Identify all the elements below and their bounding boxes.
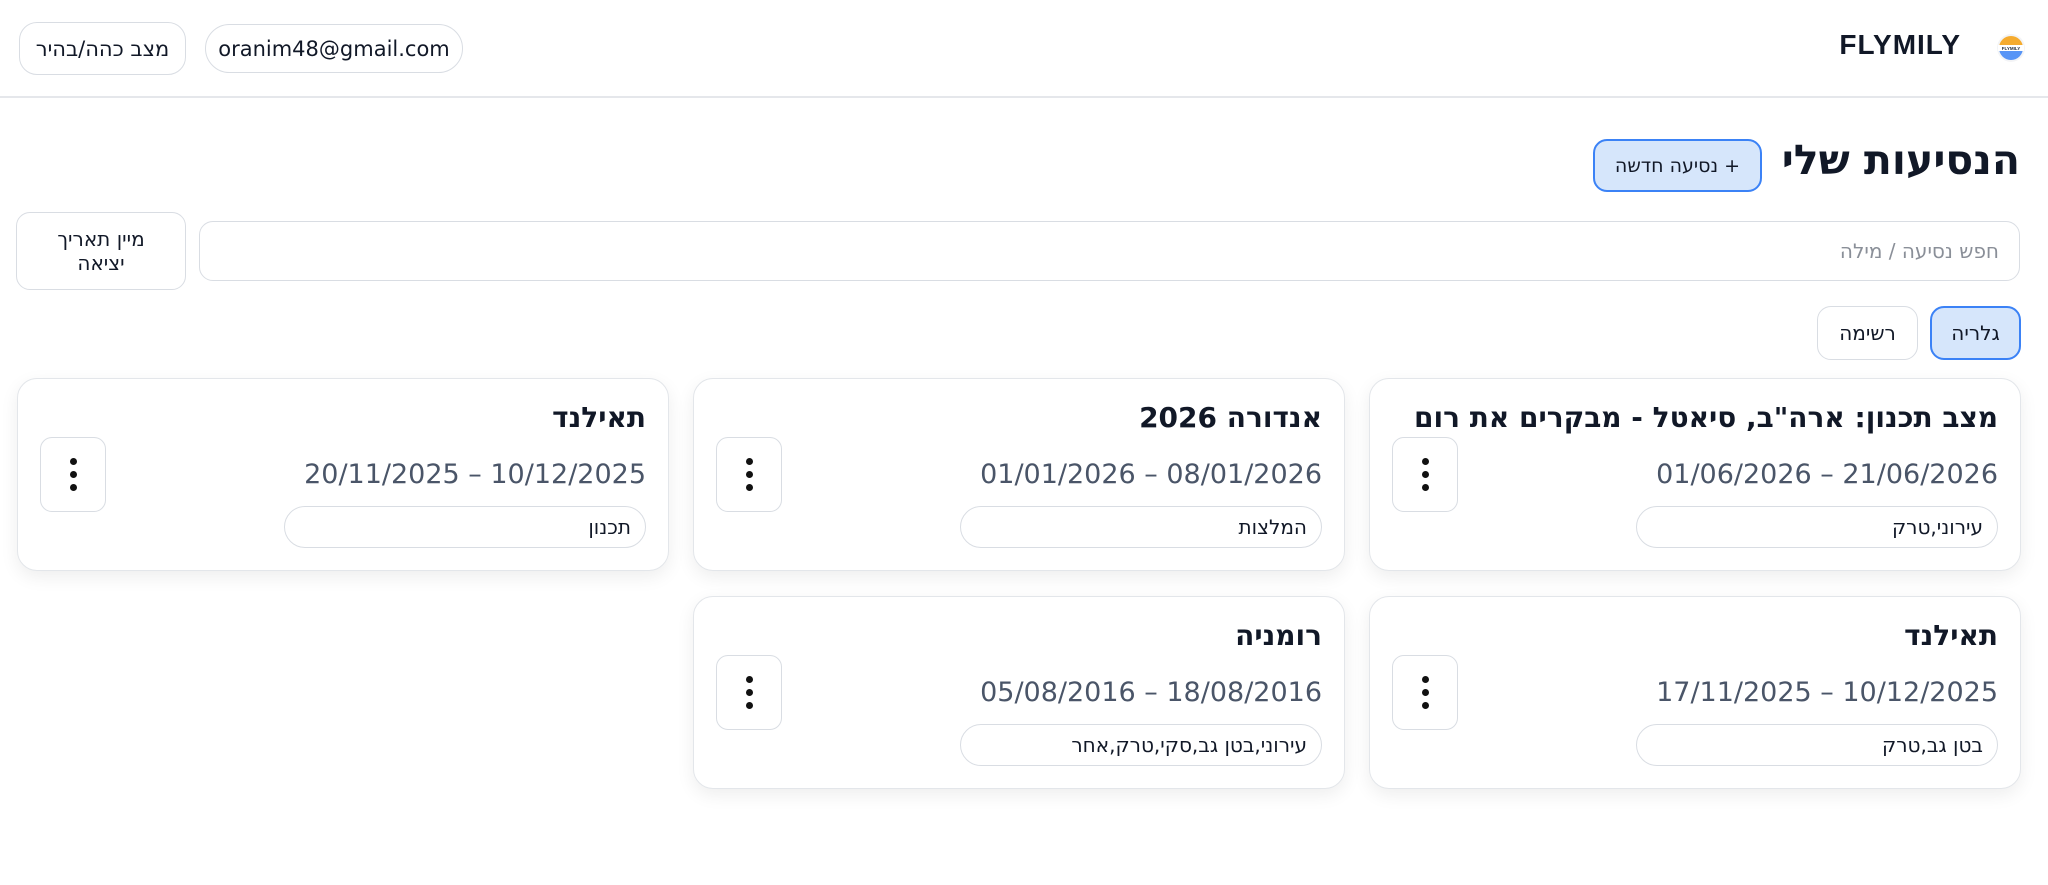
trip-tags: עירוני,בטן גב,סקי,טרק,אחר xyxy=(960,724,1322,766)
user-email-badge[interactable]: oranim48@gmail.com xyxy=(205,24,463,73)
trip-card[interactable]: רומניה 05/08/2016 – 18/08/2016 עירוני,בט… xyxy=(693,596,1345,789)
trip-card[interactable]: תאילנד 17/11/2025 – 10/12/2025 בטן גב,טר… xyxy=(1369,596,2021,789)
more-options-button[interactable] xyxy=(1392,655,1458,730)
trip-dates: 20/11/2025 – 10/12/2025 xyxy=(304,459,646,490)
more-options-button[interactable] xyxy=(1392,437,1458,512)
trip-card[interactable]: מצב תכנון: ארה"ב, סיאטל - מבקרים את רום … xyxy=(1369,378,2021,571)
trip-title: אנדורה 2026 xyxy=(1139,401,1322,434)
more-vertical-icon xyxy=(745,676,753,709)
trip-dates: 17/11/2025 – 10/12/2025 xyxy=(1656,677,1998,708)
app-header: FLYMILY FLYMILY oranim48@gmail.com מצב כ… xyxy=(0,0,2048,98)
more-options-button[interactable] xyxy=(716,437,782,512)
brand-name[interactable]: FLYMILY xyxy=(1839,29,1961,61)
view-list-button[interactable]: רשימה xyxy=(1817,306,1918,360)
trip-title: תאילנד xyxy=(1904,619,1998,652)
search-input[interactable] xyxy=(199,221,2020,281)
flymily-logo-icon[interactable]: FLYMILY xyxy=(1994,31,2028,65)
trip-title: תאילנד xyxy=(552,401,646,434)
more-vertical-icon xyxy=(69,458,77,491)
trip-dates: 01/01/2026 – 08/01/2026 xyxy=(980,459,1322,490)
more-vertical-icon xyxy=(1421,676,1429,709)
trip-tags: תכנון xyxy=(284,506,646,548)
trip-tags: המלצות xyxy=(960,506,1322,548)
trip-card[interactable]: תאילנד 20/11/2025 – 10/12/2025 תכנון xyxy=(17,378,669,571)
trip-title: מצב תכנון: ארה"ב, סיאטל - מבקרים את רום xyxy=(1414,401,1998,434)
page-title: הנסיעות שלי xyxy=(1781,136,2020,184)
trip-tags: עירוני,טרק xyxy=(1636,506,1998,548)
trip-tags: בטן גב,טרק xyxy=(1636,724,1998,766)
trip-card[interactable]: אנדורה 2026 01/01/2026 – 08/01/2026 המלצ… xyxy=(693,378,1345,571)
sort-by-departure-button[interactable]: מיין תאריך יציאה xyxy=(16,212,186,290)
theme-toggle-button[interactable]: מצב כהה/בהיר xyxy=(19,22,186,75)
more-vertical-icon xyxy=(745,458,753,491)
trip-dates: 05/08/2016 – 18/08/2016 xyxy=(980,677,1322,708)
more-options-button[interactable] xyxy=(716,655,782,730)
new-trip-button[interactable]: + נסיעה חדשה xyxy=(1593,139,1762,192)
logo-wordmark: FLYMILY xyxy=(2002,46,2020,51)
trip-title: רומניה xyxy=(1235,619,1322,652)
more-vertical-icon xyxy=(1421,458,1429,491)
trip-dates: 01/06/2026 – 21/06/2026 xyxy=(1656,459,1998,490)
view-gallery-button[interactable]: גלריה xyxy=(1930,306,2021,360)
more-options-button[interactable] xyxy=(40,437,106,512)
